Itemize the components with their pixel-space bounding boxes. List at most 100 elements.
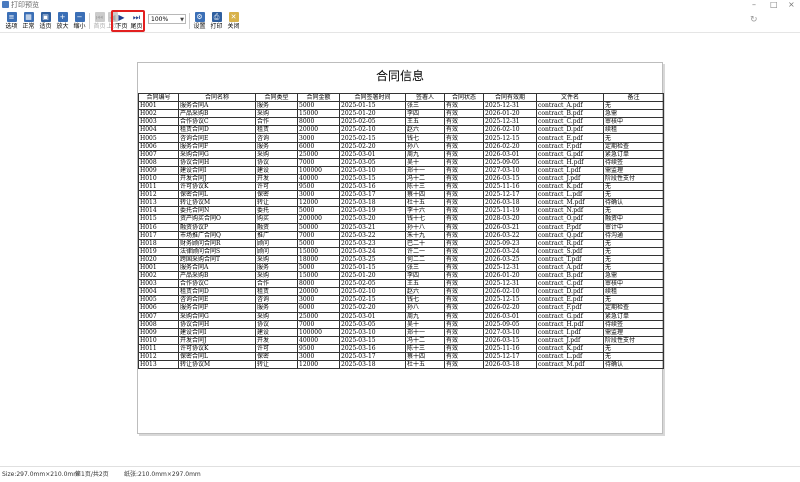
table-cell: contract_F.pdf [536, 141, 604, 151]
normal-view-button[interactable]: ▦ 正常 [20, 11, 37, 31]
table-cell: contract_H.pdf [536, 319, 604, 329]
table-cell: 2026-03-15 [483, 173, 537, 184]
table-cell: 有效 [444, 222, 484, 232]
table-header-row: 合同编号 合同名称 合同类型 合同金额 合同签署时间 签署人 合同状态 合同有效期 文件名 备注 [138, 92, 664, 103]
table-cell: 服务 [255, 141, 298, 151]
table-cell: H008 [138, 319, 179, 329]
table-cell: 2025-03-01 [339, 149, 406, 159]
table-cell: 陈十三 [405, 182, 445, 192]
options-button[interactable]: ≡ 选项 [3, 11, 20, 31]
table-cell: 融资协议P [178, 222, 256, 232]
table-row: H013 转让协议M 转让 12000 2025-03-18 杜十五 有效 2026-03-1… [138, 198, 664, 208]
table-row: H003 合作协议C 合作 8000 2025-02-05 王五 有效 2025-12-31 c… [138, 117, 664, 127]
table-cell: 转让 [255, 360, 298, 370]
table-cell: H001 [138, 262, 179, 273]
column-header: 备注 [603, 92, 664, 103]
table-cell: 吴十 [405, 157, 445, 167]
table-cell: 租赁 [255, 287, 298, 297]
table-row: H008 协议合同H 协议 7000 2025-03-05 吴十 有效 2025-09-05 c… [138, 319, 664, 329]
column-header: 合同有效期 [483, 92, 537, 103]
table-cell: 2026-03-01 [483, 311, 537, 321]
close-button[interactable]: ✕ 关闭 [225, 11, 242, 31]
zoom-in-button[interactable]: + 放大 [54, 11, 71, 31]
window-title: 打印预览 [11, 1, 39, 9]
table-cell: 转让协议M [178, 360, 256, 370]
table-cell: 2025-11-16 [483, 182, 537, 192]
table-cell: 无 [603, 343, 664, 354]
table-cell: 保密合同L [178, 351, 256, 362]
table-cell: 转让协议M [178, 198, 256, 208]
first-page-icon: ⏮ [94, 12, 105, 22]
table-cell: 保密合同L [178, 190, 256, 200]
table-row: H006 服务合同F 服务 6000 2025-02-20 孙八 有效 2026-02-20 c… [138, 141, 664, 151]
table-cell: 咨询 [255, 133, 298, 143]
table-cell: 服务合同F [178, 141, 256, 151]
table-cell: 有效 [444, 165, 484, 175]
table-cell: 2025-03-17 [339, 351, 406, 362]
table-cell: 定期检查 [603, 141, 664, 151]
page-setup-button[interactable]: ⚙ 设置 [191, 11, 208, 31]
table-cell: contract_K.pdf [536, 343, 604, 354]
zoom-select[interactable]: 100% ▼ [148, 14, 186, 24]
table-cell: contract_D.pdf [536, 287, 604, 297]
table-cell: 协议合同H [178, 319, 256, 329]
table-cell: 25000 [297, 149, 340, 159]
table-cell: contract_M.pdf [536, 198, 604, 208]
print-label: 打印 [210, 23, 223, 30]
table-cell: 无 [603, 295, 664, 305]
print-button[interactable]: ⎙ 打印 [208, 11, 225, 31]
table-cell: H008 [138, 157, 179, 167]
table-row: H010 开发合同J 开发 40000 2025-03-15 冯十二 有效 2026-03-1… [138, 173, 664, 184]
maximize-icon[interactable]: □ [770, 0, 778, 10]
table-cell: 转让 [255, 198, 298, 208]
table-cell: 2025-11-19 [483, 206, 537, 216]
table-cell: 协议合同H [178, 157, 256, 167]
table-row: H010 开发合同J 开发 40000 2025-03-15 冯十二 有效 2026-03-1… [138, 335, 664, 345]
table-cell: 3000 [297, 133, 340, 143]
table-cell: 钱七 [405, 295, 445, 305]
table-cell: 2025-01-20 [339, 271, 406, 281]
table-cell: 2026-03-21 [483, 222, 537, 232]
table-row: H004 租赁合同D 租赁 20000 2025-02-10 赵六 有效 2026-02-10… [138, 125, 664, 135]
table-cell: H011 [138, 343, 179, 354]
table-cell: 15000 [297, 271, 340, 281]
table-cell: 李四 [405, 271, 445, 281]
table-cell: 2025-03-19 [339, 206, 406, 216]
table-row: H002 产品采购B 采购 15000 2025-01-20 李四 有效 2026-01-20… [138, 109, 664, 119]
table-cell: H007 [138, 311, 179, 321]
table-cell: 2025-09-05 [483, 319, 537, 329]
table-cell: 钱十七 [405, 214, 445, 224]
table-cell: 2028-03-20 [483, 214, 537, 224]
table-cell: H015 [138, 214, 179, 224]
table-cell: 2025-03-22 [339, 230, 406, 240]
table-cell: 12000 [297, 360, 340, 370]
table-cell: 2027-03-10 [483, 165, 537, 175]
fit-page-button[interactable]: ▣ 适页 [37, 11, 54, 31]
table-cell: 2025-03-01 [339, 311, 406, 321]
refresh-icon[interactable]: ↻ [750, 15, 758, 25]
table-cell: 无 [603, 254, 664, 264]
page-setup-icon: ⚙ [194, 12, 205, 22]
table-row: H001 服务合同A 服务 5000 2025-01-15 张三 有效 2025-12-31 c… [138, 101, 664, 111]
table-cell: H002 [138, 271, 179, 281]
column-header: 文件名 [536, 92, 604, 103]
table-cell: 购买 [255, 214, 298, 224]
table-cell: 咨询合同E [178, 295, 256, 305]
table-cell: 租赁合同D [178, 287, 256, 297]
table-cell: H004 [138, 287, 179, 297]
table-cell: 孙八 [405, 141, 445, 151]
table-cell: 采购 [255, 149, 298, 159]
table-cell: 冯十二 [405, 335, 445, 345]
table-cell: 2025-02-10 [339, 125, 406, 135]
close-window-icon[interactable]: × [788, 0, 795, 10]
minimize-icon[interactable]: – [752, 0, 756, 10]
zoom-out-button[interactable]: − 缩小 [71, 11, 88, 31]
table-cell: 陈十三 [405, 343, 445, 354]
table-cell: 急需 [603, 271, 664, 281]
table-cell: 2025-03-15 [339, 173, 406, 184]
table-cell: 有效 [444, 157, 484, 167]
print-page: 合同信息 合同编号 合同名称 合同类型 合同金额 合同签署时间 签署人 合同状态 合同有效期文… [137, 62, 664, 434]
table-cell: 8000 [297, 117, 340, 127]
table-cell: 有效 [444, 319, 484, 329]
table-cell: 2025-02-15 [339, 133, 406, 143]
